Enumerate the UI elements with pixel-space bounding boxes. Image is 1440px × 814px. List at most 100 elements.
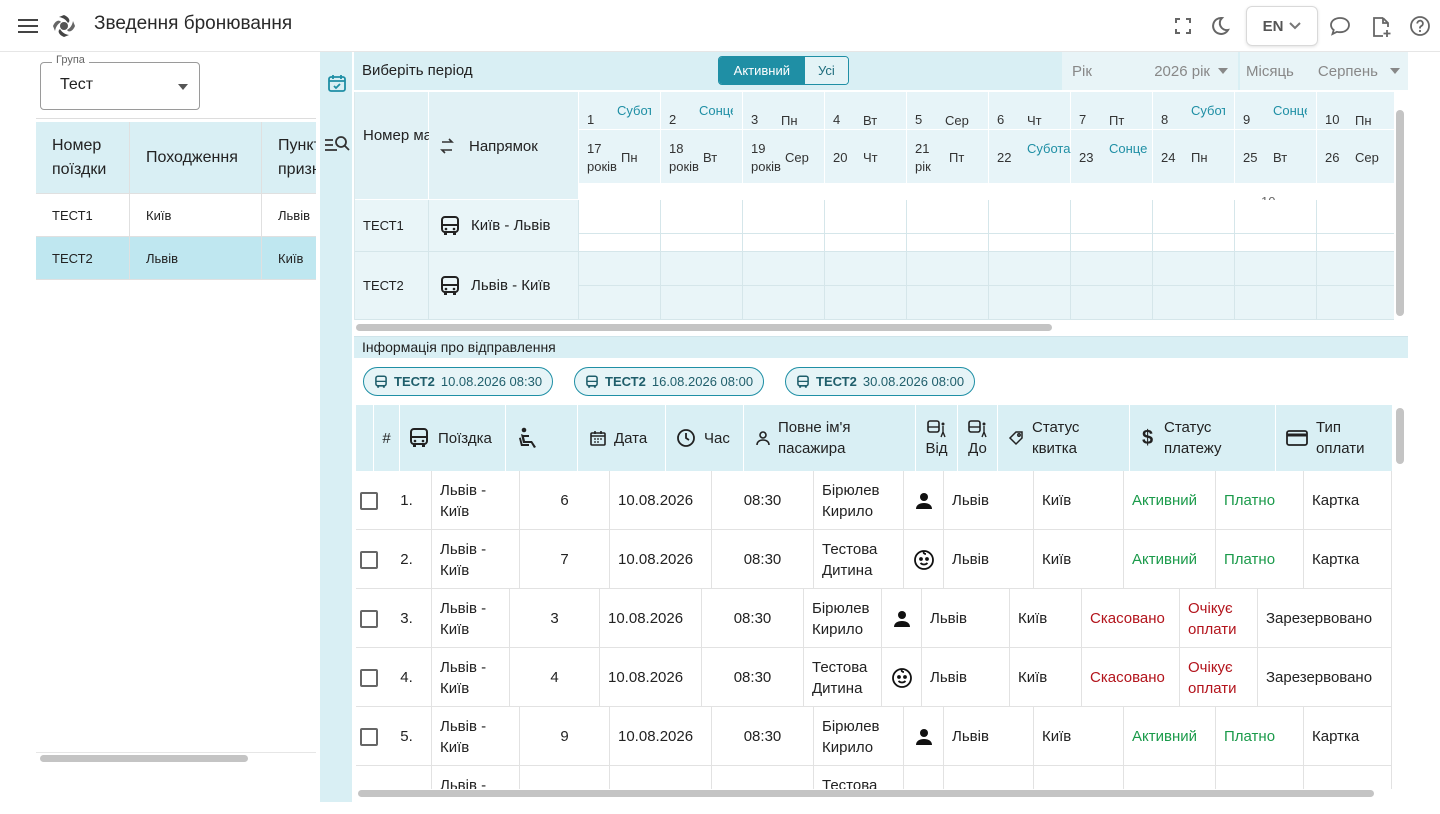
calendar-cell[interactable] xyxy=(1071,252,1153,286)
calendar-cell[interactable] xyxy=(743,286,825,320)
calendar-cell[interactable] xyxy=(1153,234,1235,252)
calendar-cell[interactable] xyxy=(1317,252,1394,286)
dark-mode-icon[interactable] xyxy=(1208,14,1232,38)
add-document-icon[interactable] xyxy=(1368,14,1394,40)
vertical-scrollbar[interactable] xyxy=(1396,408,1404,464)
horizontal-scrollbar[interactable] xyxy=(356,324,1052,331)
calendar-cell[interactable] xyxy=(1071,234,1153,252)
table-row-selected[interactable]: ТЕСТ2 Львів Київ xyxy=(36,237,316,280)
column-header-trip[interactable]: Поїздка xyxy=(400,405,506,471)
toggle-all[interactable]: Усі xyxy=(804,57,848,84)
menu-icon[interactable] xyxy=(16,14,40,38)
calendar-check-icon[interactable] xyxy=(326,72,348,94)
calendar-cell[interactable] xyxy=(1235,286,1317,320)
calendar-cell[interactable] xyxy=(989,252,1071,286)
calendar-cell[interactable] xyxy=(1317,234,1394,252)
calendar-cell[interactable] xyxy=(907,286,989,320)
calendar-cell[interactable] xyxy=(743,234,825,252)
calendar-cell[interactable] xyxy=(1235,252,1317,286)
calendar-cell[interactable] xyxy=(661,252,743,286)
route-direction[interactable]: Львів - Київ xyxy=(429,252,579,320)
calendar-cell[interactable] xyxy=(1071,200,1153,234)
calendar-cell[interactable] xyxy=(661,286,743,320)
row-checkbox-cell[interactable] xyxy=(356,471,382,530)
calendar-cell[interactable] xyxy=(1317,286,1394,320)
departure-chip[interactable]: ТЕСТ2 16.08.2026 08:00 xyxy=(574,367,765,396)
departure-chip[interactable]: ТЕСТ2 10.08.2026 08:30 xyxy=(363,367,554,396)
fullscreen-icon[interactable] xyxy=(1172,15,1194,37)
day-header[interactable]: 24 Пн xyxy=(1153,130,1235,184)
day-header[interactable]: 18 років Вт xyxy=(661,130,743,184)
column-header-time[interactable]: Час xyxy=(666,405,744,471)
calendar-cell[interactable] xyxy=(1153,252,1235,286)
day-header[interactable]: 19 років Сер xyxy=(743,130,825,184)
table-row[interactable]: 5. Львів - Київ 9 10.08.2026 08:30 Бірюлев Ки… xyxy=(356,707,1392,766)
calendar-cell[interactable] xyxy=(1153,200,1235,234)
column-header-trip-number[interactable]: Номер поїздки xyxy=(36,122,130,194)
year-select[interactable]: Рік 2026 рік xyxy=(1062,52,1238,90)
list-search-icon[interactable] xyxy=(324,134,350,156)
calendar-cell[interactable] xyxy=(1235,200,1317,234)
calendar-cell[interactable] xyxy=(907,252,989,286)
calendar-cell[interactable] xyxy=(825,234,907,252)
departure-chip[interactable]: ТЕСТ2 30.08.2026 08:00 xyxy=(785,367,976,396)
route-direction[interactable]: Київ - Львів xyxy=(429,200,579,252)
route-code[interactable]: ТЕСТ2 xyxy=(355,252,429,320)
calendar-cell[interactable] xyxy=(579,286,661,320)
calendar-cell[interactable] xyxy=(1317,200,1394,234)
calendar-cell[interactable] xyxy=(661,234,743,252)
day-header[interactable]: 7 Пт xyxy=(1071,92,1153,130)
calendar-cell[interactable] xyxy=(1235,234,1317,252)
calendar-cell[interactable] xyxy=(989,286,1071,320)
column-header-to[interactable]: До xyxy=(958,405,998,471)
row-checkbox[interactable] xyxy=(360,609,378,628)
day-header[interactable]: 1 Субота xyxy=(579,92,661,130)
status-toggle[interactable]: Активний Усі xyxy=(718,56,849,85)
scrollbar-thumb[interactable] xyxy=(40,755,248,762)
calendar-cell[interactable] xyxy=(579,200,661,234)
vertical-scrollbar[interactable] xyxy=(1396,110,1404,316)
row-checkbox[interactable] xyxy=(360,491,378,510)
day-header[interactable]: 3 Пн xyxy=(743,92,825,130)
table-row[interactable]: 1. Львів - Київ 6 10.08.2026 08:30 Бірюлев Ки… xyxy=(356,471,1392,530)
day-header[interactable]: 21 рік Пт xyxy=(907,130,989,184)
table-row[interactable]: 3. Львів - Київ 3 10.08.2026 08:30 Бірюлев Ки… xyxy=(356,589,1392,648)
row-checkbox-cell[interactable] xyxy=(356,648,382,707)
month-select[interactable]: Місяць Серпень xyxy=(1240,52,1408,90)
table-row[interactable]: 2. Львів - Київ 7 10.08.2026 08:30 Тестова Ди… xyxy=(356,530,1392,589)
day-header[interactable]: 23 Сонце xyxy=(1071,130,1153,184)
column-header-from[interactable]: Від xyxy=(916,405,958,471)
day-header[interactable]: 22 Субота xyxy=(989,130,1071,184)
calendar-cell[interactable] xyxy=(825,200,907,234)
column-header-passenger[interactable]: Повне ім'я пасажира xyxy=(744,405,916,471)
day-header[interactable]: 9 Сонце xyxy=(1235,92,1317,130)
calendar-cell[interactable] xyxy=(907,200,989,234)
row-checkbox-cell[interactable] xyxy=(356,766,382,789)
row-checkbox-cell[interactable] xyxy=(356,530,382,589)
day-header[interactable]: 26 Сер xyxy=(1317,130,1394,184)
column-header-ticket-status[interactable]: Статус квитка xyxy=(998,405,1130,471)
calendar-cell[interactable] xyxy=(1153,286,1235,320)
calendar-cell[interactable] xyxy=(743,252,825,286)
calendar-cell[interactable] xyxy=(825,252,907,286)
calendar-cell[interactable] xyxy=(989,234,1071,252)
help-icon[interactable] xyxy=(1408,14,1432,38)
calendar-cell[interactable] xyxy=(579,234,661,252)
day-header[interactable]: 6 Чт xyxy=(989,92,1071,130)
day-header[interactable]: 20 Чт xyxy=(825,130,907,184)
calendar-cell[interactable] xyxy=(579,252,661,286)
day-header[interactable]: 2 Сонце xyxy=(661,92,743,130)
row-checkbox-cell[interactable] xyxy=(356,707,382,766)
day-header[interactable]: 4 Вт xyxy=(825,92,907,130)
day-header[interactable]: 25 Вт xyxy=(1235,130,1317,184)
column-header-date[interactable]: Дата xyxy=(578,405,666,471)
column-header-destination[interactable]: Пункт призначення xyxy=(262,122,316,194)
calendar-cell[interactable] xyxy=(907,234,989,252)
row-checkbox[interactable] xyxy=(360,550,378,569)
column-header-origin[interactable]: Походження xyxy=(130,122,262,194)
language-select[interactable]: EN xyxy=(1246,6,1318,46)
day-header[interactable]: 10 Пн xyxy=(1317,92,1394,130)
table-row[interactable]: 4. Львів - Київ 4 10.08.2026 08:30 Тестова Ди… xyxy=(356,648,1392,707)
route-code[interactable]: ТЕСТ1 xyxy=(355,200,429,252)
column-header-number[interactable]: # xyxy=(374,405,400,471)
